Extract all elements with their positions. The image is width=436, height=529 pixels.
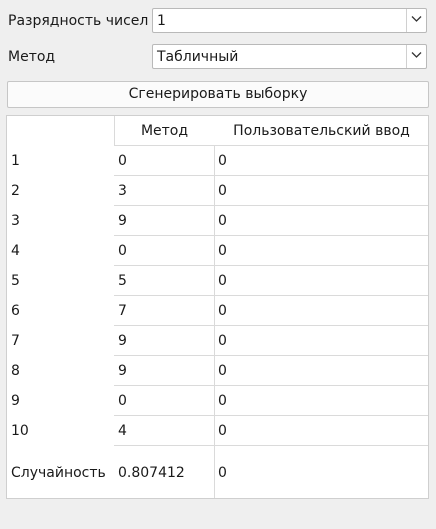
bits-value: 1 [157,13,166,29]
row-divider [114,415,428,416]
bits-label: Разрядность чисел [8,13,149,29]
method-cell[interactable]: 9 [118,326,127,356]
randomness-method-value[interactable]: 0.807412 [118,458,185,488]
row-header: 2 [11,183,20,199]
method-value: Табличный [157,49,239,65]
column-header-method[interactable]: Метод [114,116,215,145]
chevron-down-icon [411,52,422,58]
generate-button[interactable]: Сгенерировать выборку [7,81,429,108]
user-input-cell[interactable]: 0 [218,296,227,326]
row-divider [114,355,428,356]
randomness-label: Случайность [11,465,106,481]
method-cell[interactable]: 7 [118,296,127,326]
header-divider [114,116,115,145]
method-label: Метод [8,49,56,65]
user-input-cell[interactable]: 0 [218,176,227,206]
method-cell[interactable]: 9 [118,206,127,236]
method-row: Метод Табличный [0,44,436,70]
method-dropdown-button[interactable] [406,45,426,68]
bits-dropdown-button[interactable] [406,9,426,32]
column-header-user-input[interactable]: Пользовательский ввод [215,116,428,145]
row-header: 7 [11,333,20,349]
method-cell[interactable]: 4 [118,416,127,446]
row-divider [114,295,428,296]
user-input-cell[interactable]: 0 [218,146,227,176]
user-input-cell[interactable]: 0 [218,386,227,416]
user-input-cell[interactable]: 0 [218,236,227,266]
row-header: 4 [11,243,20,259]
method-cell[interactable]: 0 [118,236,127,266]
bits-combobox[interactable]: 1 [152,8,427,33]
row-divider [114,235,428,236]
user-input-cell[interactable]: 0 [218,326,227,356]
user-input-cell[interactable]: 0 [218,206,227,236]
chevron-down-icon [411,16,422,22]
randomness-user-value[interactable]: 0 [218,458,227,488]
row-divider [114,385,428,386]
header-divider [114,145,428,146]
row-divider [114,325,428,326]
row-header: 9 [11,393,20,409]
bits-row: Разрядность чисел 1 [0,8,436,34]
method-cell[interactable]: 0 [118,146,127,176]
row-header: 6 [11,303,20,319]
results-table: Метод Пользовательский ввод 100230390400… [6,115,429,499]
row-divider [114,205,428,206]
method-cell[interactable]: 0 [118,386,127,416]
row-header: 10 [11,423,29,439]
row-divider [114,175,428,176]
method-cell[interactable]: 3 [118,176,127,206]
row-header: 5 [11,273,20,289]
row-divider [114,265,428,266]
method-cell[interactable]: 5 [118,266,127,296]
row-header: 8 [11,363,20,379]
user-input-cell[interactable]: 0 [218,266,227,296]
method-combobox[interactable]: Табличный [152,44,427,69]
row-divider [114,445,428,446]
user-input-cell[interactable]: 0 [218,416,227,446]
method-cell[interactable]: 9 [118,356,127,386]
row-header: 3 [11,213,20,229]
user-input-cell[interactable]: 0 [218,356,227,386]
row-header: 1 [11,153,20,169]
